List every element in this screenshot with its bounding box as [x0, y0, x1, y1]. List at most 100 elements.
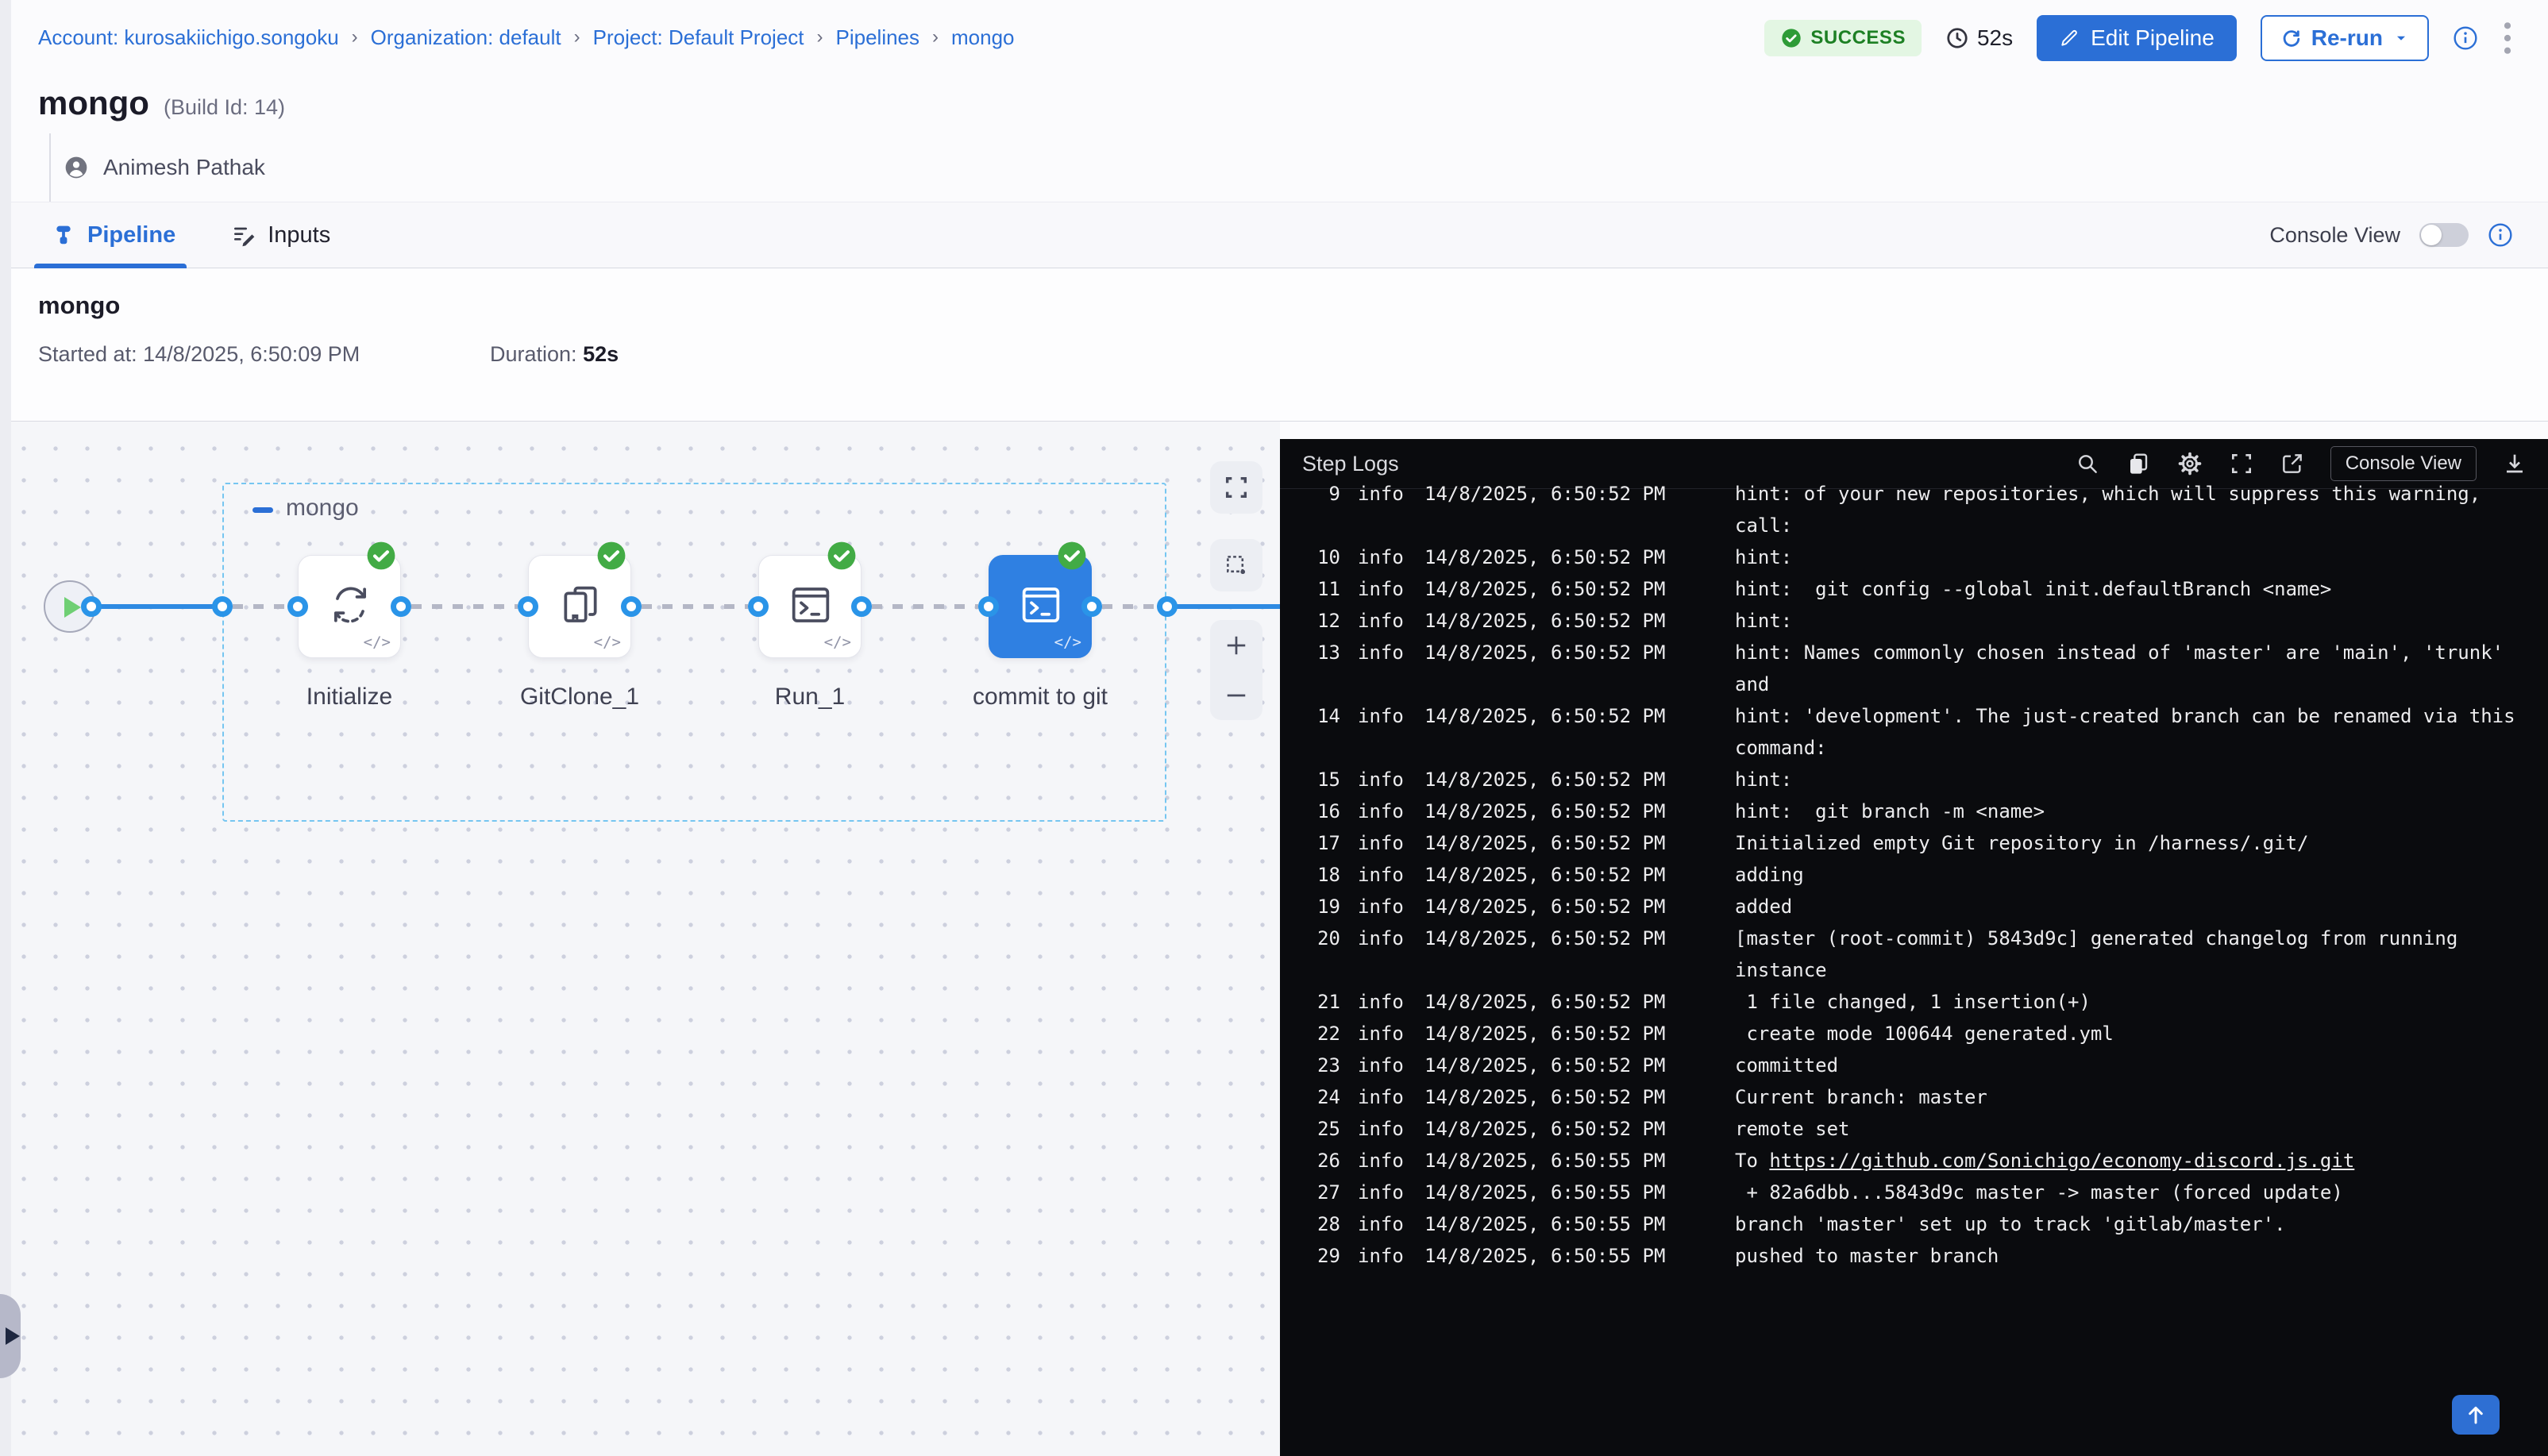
sync-icon: [325, 580, 376, 630]
log-fullscreen-button[interactable]: [2229, 451, 2254, 476]
breadcrumb-separator: ›: [817, 26, 823, 48]
stage-collapse-button[interactable]: [252, 507, 273, 513]
build-id: (Build Id: 14): [164, 95, 285, 120]
log-message: pushed to master branch: [1735, 1240, 1999, 1272]
more-options-button[interactable]: [2502, 21, 2513, 56]
breadcrumb-separator: ›: [352, 26, 358, 48]
log-line-number: 29: [1314, 1240, 1340, 1272]
log-timestamp: 14/8/2025, 6:50:52 PM: [1424, 764, 1677, 795]
step-label: Run_1: [683, 684, 937, 711]
search-icon: [2075, 451, 2100, 476]
log-timestamp: 14/8/2025, 6:50:55 PM: [1424, 1208, 1677, 1240]
expand-sidebar-handle[interactable]: [0, 1294, 21, 1378]
download-logs-button[interactable]: [2502, 451, 2527, 476]
log-timestamp: 14/8/2025, 6:50:52 PM: [1424, 827, 1677, 859]
log-timestamp: 14/8/2025, 6:50:52 PM: [1424, 637, 1677, 668]
clock-icon: [1945, 26, 1969, 50]
canvas-fullscreen-button[interactable]: [1210, 461, 1262, 514]
log-level: info: [1358, 700, 1407, 732]
breadcrumb-item[interactable]: Pipelines: [836, 25, 920, 50]
step-node-initialize[interactable]: </>: [298, 555, 401, 658]
log-line: 27info14/8/2025, 6:50:55 PM + 82a6dbb...…: [1280, 1177, 2548, 1208]
log-level: info: [1358, 1145, 1407, 1177]
step-label: commit to git: [913, 684, 1167, 711]
edit-pipeline-button[interactable]: Edit Pipeline: [2037, 15, 2237, 61]
breadcrumb-item[interactable]: Organization: default: [371, 25, 561, 50]
pipeline-name: mongo: [38, 291, 120, 320]
divider: [1280, 422, 2548, 439]
started-at: Started at: 14/8/2025, 6:50:09 PM: [38, 342, 360, 367]
header-actions: SUCCESS 52s Edit Pipeline: [1764, 15, 2513, 61]
log-level: info: [1358, 605, 1407, 637]
breadcrumb-item[interactable]: Project: Default Project: [593, 25, 804, 50]
zoom-out-button[interactable]: [1222, 678, 1251, 713]
breadcrumb-separator: ›: [574, 26, 580, 48]
log-search-button[interactable]: [2075, 451, 2100, 476]
zoom-in-button[interactable]: [1222, 628, 1251, 663]
log-line-number: 26: [1314, 1145, 1340, 1177]
step-node-commit-to-git[interactable]: </>: [989, 555, 1092, 658]
log-timestamp: 14/8/2025, 6:50:52 PM: [1424, 1081, 1677, 1113]
step-node-gitclone-1[interactable]: </>: [528, 555, 631, 658]
log-level: info: [1358, 859, 1407, 891]
execution-info-button[interactable]: [2453, 25, 2478, 51]
fullscreen-icon: [1223, 474, 1250, 501]
step-port: [748, 596, 769, 617]
pipeline-connector-line: [96, 604, 222, 609]
top-header: Account: kurosakiichigo.songoku › Organiza…: [0, 0, 2548, 75]
step-port: [391, 596, 411, 617]
copy-logs-button[interactable]: [2126, 451, 2151, 476]
step-connector-dashed: [411, 604, 518, 609]
console-view-info-icon[interactable]: [2488, 222, 2513, 248]
log-timestamp: 14/8/2025, 6:50:52 PM: [1424, 891, 1677, 923]
external-link-icon: [2280, 451, 2305, 476]
console-view-toggle[interactable]: [2419, 223, 2469, 247]
breadcrumb-separator: ›: [932, 26, 939, 48]
breadcrumb: Account: kurosakiichigo.songoku › Organiza…: [38, 25, 1015, 50]
status-badge: SUCCESS: [1764, 20, 1922, 56]
log-line: 28info14/8/2025, 6:50:55 PMbranch 'maste…: [1280, 1208, 2548, 1240]
tab-pipeline[interactable]: Pipeline: [51, 202, 175, 268]
gear-icon: [2176, 450, 2203, 477]
log-message: [master (root-commit) 5843d9c] generated…: [1735, 923, 2457, 986]
step-success-badge: [1057, 541, 1087, 571]
duration-text: 52s: [1977, 25, 2013, 51]
open-logs-new-tab-button[interactable]: [2280, 451, 2305, 476]
log-line-number: 17: [1314, 827, 1340, 859]
log-line-number: 14: [1314, 700, 1340, 732]
graph-port: [212, 596, 233, 617]
canvas-selection-button[interactable]: [1210, 539, 1262, 591]
log-line: 9info14/8/2025, 6:50:52 PMhint: of your …: [1280, 478, 2548, 541]
log-lines: 9info14/8/2025, 6:50:52 PMhint: of your …: [1280, 478, 2548, 1272]
log-timestamp: 14/8/2025, 6:50:52 PM: [1424, 923, 1677, 954]
pipeline-graph-canvas[interactable]: mongo </>Initialize</>GitClone_1</>Run_1…: [0, 422, 1280, 1456]
step-label: GitClone_1: [453, 684, 707, 711]
console-view-toggle-group: Console View: [2269, 222, 2513, 248]
log-level: info: [1358, 986, 1407, 1018]
log-level: info: [1358, 1018, 1407, 1050]
caret-down-icon: [2392, 29, 2410, 47]
canvas-zoom-controls: [1210, 620, 1262, 720]
breadcrumb-item[interactable]: mongo: [951, 25, 1015, 50]
log-timestamp: 14/8/2025, 6:50:52 PM: [1424, 1050, 1677, 1081]
log-line-number: 11: [1314, 573, 1340, 605]
code-glyph: </>: [364, 634, 391, 651]
plus-icon: [1222, 631, 1251, 660]
breadcrumb-item[interactable]: Account: kurosakiichigo.songoku: [38, 25, 339, 50]
log-line: 21info14/8/2025, 6:50:52 PM 1 file chang…: [1280, 986, 2548, 1018]
log-line-number: 13: [1314, 637, 1340, 668]
log-line-number: 10: [1314, 541, 1340, 573]
log-repo-link[interactable]: https://github.com/Sonichigo/economy-dis…: [1769, 1150, 2354, 1172]
step-logs-title: Step Logs: [1302, 452, 1399, 476]
log-console-view-button[interactable]: Console View: [2330, 446, 2477, 481]
scroll-to-top-button[interactable]: [2452, 1395, 2500, 1435]
log-settings-button[interactable]: [2176, 450, 2203, 477]
log-level: info: [1358, 478, 1407, 510]
tab-inputs[interactable]: Inputs: [231, 202, 330, 268]
step-logs-panel: Step Logs: [1280, 439, 2548, 1456]
pipeline-icon: [51, 222, 76, 248]
step-node-run-1[interactable]: </>: [758, 555, 862, 658]
step-port: [621, 596, 642, 617]
rerun-button[interactable]: Re-run: [2261, 15, 2429, 61]
log-line: 14info14/8/2025, 6:50:52 PMhint: 'develo…: [1280, 700, 2548, 764]
